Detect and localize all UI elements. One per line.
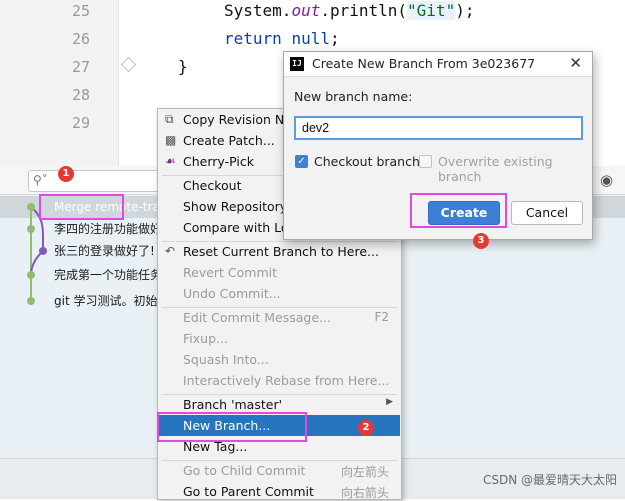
commit-node (27, 271, 35, 279)
code-line-27: } (178, 57, 188, 76)
undo-icon: ↶ (165, 244, 176, 258)
commit-node (39, 247, 47, 255)
commit-node (27, 203, 35, 211)
shortcut-label: 向右箭头 (340, 486, 389, 500)
menu-item-copy-revision[interactable]: Copy Revision Nu (183, 112, 292, 127)
line-number: 27 (71, 58, 90, 76)
eye-icon[interactable]: ◉ (600, 171, 613, 189)
menu-item-compare[interactable]: Compare with Loc (183, 220, 295, 235)
annotation-badge: 1 (58, 166, 74, 182)
shortcut-label: F2 (374, 310, 389, 324)
checkout-checkbox[interactable]: ✓ (295, 155, 308, 168)
menu-item-show-repository[interactable]: Show Repository (183, 199, 287, 214)
overwrite-label: Overwrite existing branch (438, 154, 553, 184)
menu-item-checkout[interactable]: Checkout (183, 178, 241, 193)
log-search-input[interactable]: ⚲˅ (28, 170, 170, 192)
menu-item-interactive-rebase: Interactively Rebase from Here... (183, 373, 390, 388)
branch-name-label: New branch name: (294, 89, 413, 104)
close-icon[interactable]: ✕ (569, 54, 582, 72)
code-line-25: System.out.println("Git"); (224, 1, 475, 20)
patch-icon: ▩ (165, 133, 177, 147)
line-number: 26 (71, 30, 90, 48)
shortcut-label: 向左箭头 (340, 465, 389, 479)
menu-item-branch-master[interactable]: Branch 'master' (183, 397, 282, 412)
annotation-badge: 2 (358, 420, 374, 436)
menu-separator (162, 307, 397, 308)
menu-item-revert-commit: Revert Commit (183, 265, 278, 280)
menu-item-undo-commit: Undo Commit... (183, 286, 281, 301)
overwrite-checkbox (419, 155, 432, 168)
annotation-highlight-new-branch (157, 412, 307, 442)
menu-item-edit-message: Edit Commit Message... (183, 310, 331, 325)
branch-name-input[interactable] (294, 116, 583, 140)
watermark: CSDN @最爱晴天大太阳 (482, 473, 617, 487)
line-gutter: 25 26 27 28 29 (0, 0, 119, 166)
menu-item-go-to-parent[interactable]: Go to Parent Commit (183, 484, 314, 499)
dialog-title: Create New Branch From 3e023677 (312, 56, 536, 71)
submenu-arrow-icon: ▶ (386, 397, 393, 407)
fold-marker-icon[interactable] (120, 56, 137, 73)
line-number: 29 (71, 114, 90, 132)
dialog-title-bar: IJ Create New Branch From 3e023677 ✕ (284, 52, 592, 77)
line-number: 28 (71, 86, 90, 104)
checkout-label: Checkout branch (314, 154, 420, 169)
cherry-icon: ☙ (165, 154, 176, 168)
menu-item-reset-branch[interactable]: Reset Current Branch to Here... (183, 244, 379, 259)
annotation-highlight-commit (39, 194, 124, 220)
annotation-badge: 3 (473, 233, 489, 249)
menu-item-create-patch[interactable]: Create Patch... (183, 133, 275, 148)
cancel-button[interactable]: Cancel (511, 201, 583, 225)
commit-node (27, 225, 35, 233)
menu-item-squash: Squash Into... (183, 352, 269, 367)
copy-icon: ⧉ (165, 112, 174, 126)
line-number: 25 (71, 2, 90, 20)
menu-separator (162, 460, 397, 461)
annotation-highlight-create (410, 193, 507, 228)
commit-node (27, 297, 35, 305)
menu-item-cherry-pick[interactable]: Cherry-Pick (183, 154, 254, 169)
code-line-26: return null; (224, 29, 340, 48)
menu-item-go-to-child: Go to Child Commit (183, 463, 306, 478)
menu-separator (162, 394, 397, 395)
search-icon: ⚲˅ (33, 173, 48, 187)
menu-separator (162, 241, 397, 242)
menu-item-fixup: Fixup... (183, 331, 228, 346)
intellij-logo-icon: IJ (290, 57, 304, 71)
